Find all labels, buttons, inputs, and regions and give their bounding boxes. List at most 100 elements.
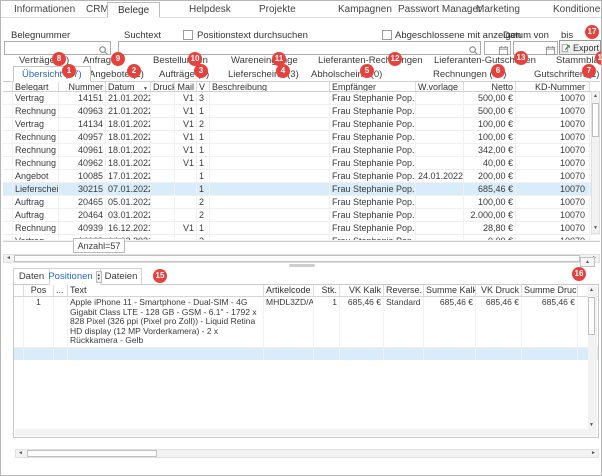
main-tab[interactable]: Marketing xyxy=(476,4,520,15)
position-row[interactable] xyxy=(14,348,598,360)
scroll-up-icon[interactable]: ▲ xyxy=(592,92,599,101)
cell-beschreibung xyxy=(210,92,330,104)
spin-updown-icon[interactable]: ▲▼ xyxy=(96,271,102,283)
detail-tab[interactable]: Daten ▲▼ xyxy=(13,268,50,285)
documents-horizontal-scrollbar[interactable]: ◄ ► xyxy=(3,254,600,263)
doc-tab[interactable]: Übersicht (57) xyxy=(13,66,91,82)
row-selector-cell[interactable] xyxy=(14,297,24,347)
calendar-icon[interactable] xyxy=(545,43,556,54)
column-header-netto[interactable]: Netto xyxy=(464,82,516,91)
scroll-left-icon[interactable]: ◄ xyxy=(16,450,25,457)
row-selector-cell[interactable] xyxy=(3,209,13,221)
main-tab[interactable]: Kampagnen xyxy=(338,4,392,15)
document-row[interactable]: Rechnung 40962 18.01.2022 V1 1 Frau Step… xyxy=(3,157,600,170)
main-tab[interactable]: Konditionen xyxy=(553,4,602,15)
row-selector-cell[interactable] xyxy=(3,222,13,234)
column-header-mail[interactable]: Mail xyxy=(175,82,197,91)
row-selector-cell[interactable] xyxy=(3,170,13,182)
document-row[interactable]: Angebot 10085 17.01.2022 1 Frau Stephani… xyxy=(3,170,600,183)
row-selector-cell[interactable] xyxy=(3,131,13,143)
main-tab[interactable]: Passwort Manager xyxy=(398,4,481,15)
scroll-left-icon[interactable]: ◄ xyxy=(4,255,13,262)
column-header-beschreibung[interactable]: Beschreibung xyxy=(210,82,330,91)
scrollbar-thumb[interactable] xyxy=(592,103,599,137)
column-header-v[interactable]: V xyxy=(197,82,210,91)
column-header-reverse[interactable]: Reverse... xyxy=(384,285,424,296)
column-header-summe-kalk[interactable]: Summe Kalk xyxy=(424,285,476,296)
main-tab[interactable]: Belege xyxy=(107,2,160,18)
positionstext-checkbox[interactable] xyxy=(183,30,193,40)
column-header-empfaenger[interactable]: Empfänger xyxy=(330,82,416,91)
main-tab[interactable]: CRM xyxy=(86,4,109,15)
row-selector-cell[interactable] xyxy=(3,118,13,130)
row-selector-cell[interactable] xyxy=(3,183,13,195)
scroll-up-icon[interactable]: ▲ xyxy=(588,286,595,295)
cell-v: 3 xyxy=(197,92,210,104)
column-header-vk-druck[interactable]: VK Druck xyxy=(476,285,522,296)
cell-empfaenger: Frau Stephanie Pop... xyxy=(330,222,416,234)
sort-descending-icon[interactable]: ▼ xyxy=(143,84,148,91)
document-row[interactable]: Lieferschein 30215 07.01.2022 1 Frau Ste… xyxy=(3,183,600,196)
document-row[interactable]: Auftrag 20464 03.01.2022 2 Frau Stephani… xyxy=(3,209,600,222)
column-header-datum[interactable]: Datum▼ xyxy=(106,82,151,91)
detail-tab[interactable]: Dateien ▲▼ xyxy=(100,268,142,285)
column-header-pos[interactable]: Pos xyxy=(24,285,54,296)
row-selector-cell[interactable] xyxy=(3,144,13,156)
column-header-vk-kalk[interactable]: VK Kalk xyxy=(340,285,384,296)
column-header-druck[interactable]: Druck xyxy=(151,82,175,91)
collapse-panel-button[interactable]: ▲ xyxy=(580,257,595,267)
column-header-kdnummer[interactable]: KD-Nummer xyxy=(516,82,590,91)
cell-beschreibung xyxy=(210,144,330,156)
row-selector-cell[interactable] xyxy=(3,105,13,117)
column-header-text[interactable]: Text xyxy=(68,285,264,296)
main-tab-bar: Informationen CRMBelege Helpdesk Projekte Ka… xyxy=(1,1,602,17)
document-row[interactable]: Vertrag 14151 21.01.2022 V1 3 Frau Steph… xyxy=(3,92,600,105)
detail-tab[interactable]: Positionen ▲▼ xyxy=(49,268,101,285)
main-tab[interactable]: Helpdesk xyxy=(189,4,231,15)
main-tab[interactable]: Informationen xyxy=(14,4,75,15)
scrollbar-thumb[interactable] xyxy=(27,450,157,457)
column-header-artikelcode[interactable]: Artikelcode xyxy=(264,285,314,296)
positions-vertical-scrollbar[interactable]: ▲ ▼ xyxy=(588,286,597,430)
cell-netto: 28,80 € xyxy=(464,222,516,234)
position-row[interactable]: 1 Apple iPhone 11 - Smartphone - Dual-SI… xyxy=(14,297,598,348)
scrollbar-thumb[interactable] xyxy=(14,255,580,262)
row-selector-cell[interactable] xyxy=(3,92,13,104)
document-row[interactable]: Rechnung 40957 18.01.2022 V1 1 Frau Step… xyxy=(3,131,600,144)
scroll-right-icon[interactable]: ► xyxy=(589,450,598,457)
row-selector-cell[interactable] xyxy=(3,196,13,208)
column-header-dots[interactable]: ... xyxy=(54,285,68,296)
column-header-nummer[interactable]: Nummer xyxy=(59,82,106,91)
export-button[interactable]: Export xyxy=(559,40,601,55)
scrollbar-thumb[interactable] xyxy=(588,297,595,335)
document-row[interactable]: Rechnung 40963 21.01.2022 V1 1 Frau Step… xyxy=(3,105,600,118)
cell-druck xyxy=(151,105,175,117)
row-selector-cell[interactable] xyxy=(3,235,13,240)
column-header-stk[interactable]: Stk. xyxy=(314,285,340,296)
column-header-wvorlage[interactable]: W.vorlage xyxy=(416,82,464,91)
splitter-handle[interactable] xyxy=(289,264,315,267)
row-selector-cell[interactable] xyxy=(3,157,13,169)
row-selector-cell[interactable] xyxy=(14,348,24,360)
documents-vertical-scrollbar[interactable]: ▲ ▼ xyxy=(591,91,600,234)
document-row[interactable]: Rechnung 40939 16.12.2021 V1 1 Frau Step… xyxy=(3,222,600,235)
column-header-belegart[interactable]: Belegart xyxy=(13,82,59,91)
cell-beschreibung xyxy=(210,196,330,208)
cell-druck xyxy=(151,157,175,169)
main-tab[interactable]: Projekte xyxy=(259,4,296,15)
abgeschlossene-checkbox[interactable] xyxy=(382,30,392,40)
scroll-down-icon[interactable]: ▼ xyxy=(592,224,599,233)
positions-scroll-track[interactable] xyxy=(15,429,597,436)
suchtext-field[interactable] xyxy=(118,41,481,55)
document-row[interactable]: Rechnung 40961 18.01.2022 V1 1 Frau Step… xyxy=(3,144,600,157)
document-row[interactable]: Auftrag 20465 05.01.2022 2 Frau Stephani… xyxy=(3,196,600,209)
cell-belegart: Vertrag xyxy=(13,235,59,240)
column-header-summe-druck[interactable]: Summe Druck xyxy=(522,285,578,296)
calendar-icon[interactable] xyxy=(498,43,509,54)
datum-von-field[interactable] xyxy=(484,41,511,55)
document-row[interactable]: Vertrag 14134 18.01.2022 V1 2 Frau Steph… xyxy=(3,118,600,131)
detail-horizontal-scrollbar[interactable]: ◄ ► xyxy=(15,449,599,458)
cell-datum: 07.01.2022 xyxy=(106,183,151,195)
cell-v: 2 xyxy=(197,209,210,221)
doc-tab[interactable]: Wareneingänge xyxy=(231,55,298,66)
